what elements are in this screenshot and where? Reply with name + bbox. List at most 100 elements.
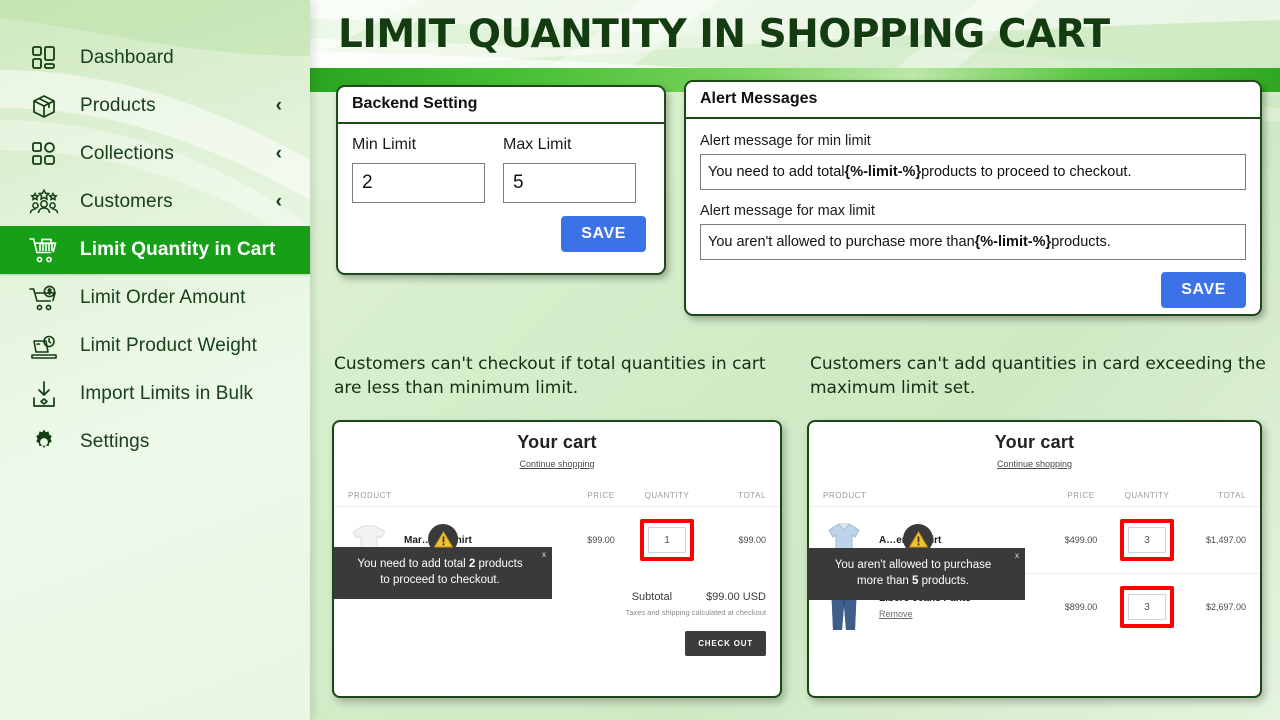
sidebar-item-label: Limit Product Weight (80, 335, 257, 356)
column-header-product: PRODUCT (823, 491, 867, 500)
sidebar-item-import-limits-in-bulk[interactable]: Import Limits in Bulk (0, 370, 310, 418)
sidebar-item-limit-product-weight[interactable]: Limit Product Weight (0, 322, 310, 370)
sidebar-item-settings[interactable]: Settings (0, 418, 310, 466)
sidebar-item-limit-order-amount[interactable]: Limit Order Amount (0, 274, 310, 322)
column-header-product: PRODUCT (348, 491, 392, 500)
sidebar: Dashboard Products ‹ Collections ‹ Custo… (0, 0, 310, 720)
max-alert-text-post: products. (1051, 234, 1111, 250)
box-icon (26, 89, 62, 123)
column-header-quantity: QUANTITY (644, 491, 690, 500)
alert-save-row: SAVE (700, 272, 1246, 308)
sidebar-item-limit-quantity-in-cart[interactable]: Limit Quantity in Cart (0, 226, 310, 274)
chevron-left-icon[interactable]: ‹ (276, 95, 282, 117)
quantity-input[interactable]: 3 (1128, 594, 1166, 620)
cart-table-header: PRODUCT PRICE QUANTITY TOTAL (334, 469, 780, 506)
product-total: $1,497.00 (1205, 535, 1246, 545)
sidebar-item-collections[interactable]: Collections ‹ (0, 130, 310, 178)
quantity-input[interactable]: 3 (1128, 527, 1166, 553)
min-alert-token: {%-limit-%} (844, 164, 922, 180)
toast-text-pre: You need to add total (357, 558, 469, 570)
chevron-left-icon[interactable]: ‹ (276, 143, 282, 165)
max-alert-text-pre: You aren't allowed to purchase more than (708, 234, 975, 250)
alert-messages-card: Alert Messages Alert message for min lim… (684, 80, 1262, 316)
backend-save-button[interactable]: SAVE (561, 216, 646, 252)
alert-messages-title: Alert Messages (686, 82, 1260, 119)
backend-setting-title: Backend Setting (338, 87, 664, 124)
subtotal-value: $99.00 USD (706, 591, 766, 603)
toast-close-icon[interactable]: x (542, 550, 546, 561)
cart-dollar-icon (26, 281, 62, 315)
subtotal-label: Subtotal (631, 591, 673, 603)
quantity-input[interactable]: 1 (648, 527, 686, 553)
grid-icon (26, 137, 62, 171)
min-limit-toast: x You need to add total 2 products to pr… (334, 547, 552, 600)
dashboard-icon (26, 41, 62, 75)
toast-close-icon[interactable]: x (1015, 551, 1019, 562)
sidebar-nav: Dashboard Products ‹ Collections ‹ Custo… (0, 0, 310, 466)
cart-table-header: PRODUCT PRICE QUANTITY TOTAL (809, 469, 1260, 506)
max-alert-input[interactable]: You aren't allowed to purchase more than… (700, 224, 1246, 260)
sidebar-item-label: Limit Order Amount (80, 287, 246, 308)
quantity-highlight-box: 1 (640, 519, 694, 561)
sidebar-item-customers[interactable]: Customers ‹ (0, 178, 310, 226)
column-header-price: PRICE (587, 491, 615, 500)
sidebar-item-dashboard[interactable]: Dashboard (0, 34, 310, 82)
min-alert-label: Alert message for min limit (700, 133, 871, 149)
alert-save-button[interactable]: SAVE (1161, 272, 1246, 308)
product-total: $99.00 (738, 535, 766, 545)
quantity-cell: 1 (630, 519, 704, 561)
max-limit-label: Max Limit (503, 136, 572, 153)
scale-icon (26, 329, 62, 363)
continue-shopping-link[interactable]: Continue shopping (334, 459, 780, 469)
product-total: $2,697.00 (1205, 602, 1246, 612)
max-limit-input[interactable] (503, 163, 636, 203)
warning-triangle-svg (908, 530, 928, 547)
page-title: LIMIT QUANTITY IN SHOPPING CART (338, 12, 1110, 57)
product-price: $99.00 (587, 535, 615, 545)
chevron-left-icon[interactable]: ‹ (276, 191, 282, 213)
sidebar-item-label: Collections (80, 143, 175, 164)
min-alert-input[interactable]: You need to add total {%-limit-%} produc… (700, 154, 1246, 190)
column-header-price: PRICE (1067, 491, 1095, 500)
sidebar-item-products[interactable]: Products ‹ (0, 82, 310, 130)
max-limit-toast: x You aren't allowed to purchase more th… (807, 548, 1025, 601)
max-alert-label: Alert message for max limit (700, 203, 875, 219)
sidebar-item-label: Dashboard (80, 47, 174, 68)
backend-save-row: SAVE (352, 216, 650, 252)
max-alert-token: {%-limit-%} (974, 234, 1052, 250)
continue-shopping-link[interactable]: Continue shopping (809, 459, 1260, 469)
column-header-total: TOTAL (738, 491, 766, 500)
caption-left: Customers can't checkout if total quanti… (334, 354, 766, 399)
column-header-total: TOTAL (1218, 491, 1246, 500)
quantity-cell: 3 (1110, 586, 1184, 628)
min-limit-field: Min Limit (352, 136, 485, 203)
warning-triangle-svg (433, 530, 453, 547)
max-limit-field: Max Limit (503, 136, 636, 203)
cart-limit-icon (26, 233, 62, 267)
product-price: $499.00 (1064, 535, 1098, 545)
checkout-row: CHECK OUT (348, 631, 766, 656)
toast-text-post: products. (918, 574, 969, 587)
remove-link[interactable]: Remove (879, 609, 913, 619)
quantity-highlight-box: 3 (1120, 519, 1174, 561)
min-limit-label: Min Limit (352, 136, 417, 153)
sidebar-item-label: Import Limits in Bulk (80, 383, 254, 404)
caption-right: Customers can't add quantities in card e… (810, 354, 1266, 399)
sidebar-item-label: Settings (80, 431, 150, 452)
sidebar-item-label: Limit Quantity in Cart (80, 239, 276, 260)
backend-setting-body: Min Limit Max Limit SAVE (338, 124, 664, 266)
main-content: LIMIT QUANTITY IN SHOPPING CART Backend … (310, 0, 1280, 720)
import-icon (26, 377, 62, 411)
tax-note: Taxes and shipping calculated at checkou… (625, 608, 766, 617)
column-header-quantity: QUANTITY (1124, 491, 1170, 500)
warning-icon (428, 524, 458, 554)
limit-fields-row: Min Limit Max Limit (352, 136, 650, 203)
min-alert-text-post: products to proceed to checkout. (921, 164, 1132, 180)
sidebar-item-label: Products (80, 95, 156, 116)
cart-title: Your cart (517, 432, 597, 452)
app-root: Dashboard Products ‹ Collections ‹ Custo… (0, 0, 1280, 720)
min-limit-input[interactable] (352, 163, 485, 203)
checkout-button[interactable]: CHECK OUT (685, 631, 766, 656)
backend-setting-card: Backend Setting Min Limit Max Limit SAVE (336, 85, 666, 275)
